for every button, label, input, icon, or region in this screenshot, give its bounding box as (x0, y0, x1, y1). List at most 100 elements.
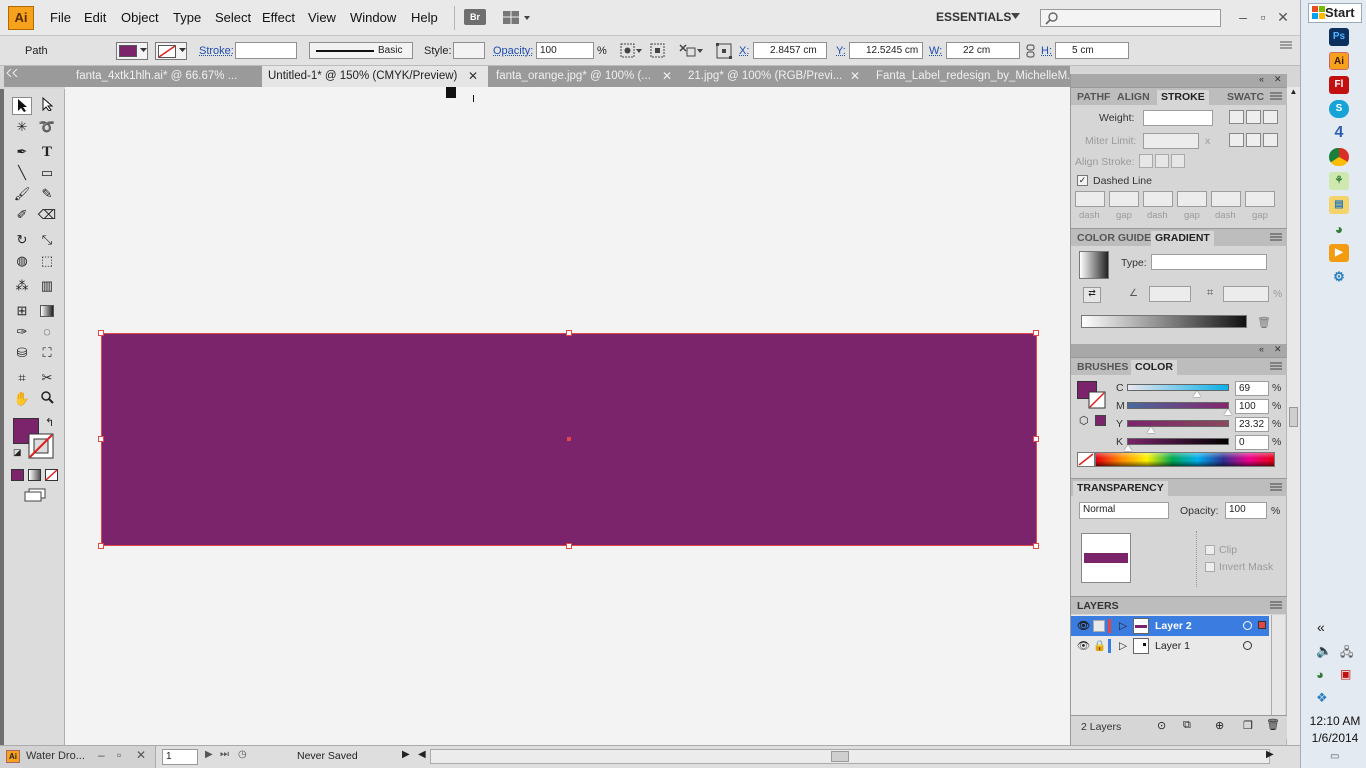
channel-slider-thumb[interactable] (1124, 445, 1132, 451)
gamut-swatch[interactable] (1095, 415, 1106, 426)
channel-slider-track[interactable] (1127, 384, 1229, 391)
gradient-preview-swatch[interactable] (1079, 251, 1109, 279)
symbol-sprayer-tool-icon[interactable]: ⁂ (12, 277, 32, 295)
resize-handle[interactable] (98, 436, 104, 442)
scroll-thumb[interactable] (831, 751, 849, 762)
menu-type[interactable]: Type (173, 10, 201, 25)
reference-point-icon[interactable] (716, 43, 734, 59)
channel-value-input[interactable]: 69 (1235, 381, 1269, 396)
warp-tool-icon[interactable]: ◍ (12, 252, 32, 270)
color-stroke-swatch[interactable] (1088, 391, 1106, 409)
blend-mode-dropdown[interactable]: Normal (1079, 502, 1169, 519)
target-circle-icon[interactable] (1243, 641, 1252, 650)
blob-brush-tool-icon[interactable]: ✐ (12, 206, 32, 224)
close-button[interactable]: ✕ (1274, 8, 1292, 26)
collapse-toolbar-icon[interactable] (6, 69, 18, 77)
channel-slider-track[interactable] (1127, 420, 1229, 427)
align-icon[interactable] (650, 43, 666, 59)
blend-tool-icon[interactable]: ◌ (37, 323, 57, 341)
invert-mask-checkbox[interactable] (1205, 562, 1215, 572)
transparency-thumbnail[interactable] (1081, 533, 1131, 583)
media-player-icon[interactable]: ▶ (1329, 244, 1349, 262)
scale-tool-icon[interactable]: ⤡ (37, 231, 57, 249)
skype-icon[interactable]: S (1329, 100, 1349, 118)
reverse-gradient-icon[interactable]: ⇄ (1083, 287, 1101, 303)
next-artboard-icon[interactable]: ▶ (205, 749, 213, 760)
close-icon[interactable]: ✕ (1274, 344, 1282, 355)
color-mode-icon[interactable] (11, 469, 24, 481)
collapse-panels-icon[interactable]: « (1259, 74, 1264, 84)
gap-input[interactable] (1245, 191, 1275, 207)
screen-mode-icon[interactable] (23, 488, 47, 502)
tab-color-guide[interactable]: COLOR GUIDE (1073, 231, 1155, 247)
new-sublayer-icon[interactable]: ⊕ (1215, 719, 1224, 732)
delete-layer-icon[interactable]: 🗑 (1266, 718, 1280, 731)
tab-fanta-label[interactable]: Fanta_Label_redesign_by_MichelleM... (870, 66, 1070, 87)
workspace-switcher[interactable]: ESSENTIALS (936, 10, 1011, 24)
flash-icon[interactable]: Fl (1329, 76, 1349, 94)
color-spectrum-bar[interactable] (1095, 452, 1275, 467)
opacity-panel-link[interactable]: Opacity: (493, 45, 533, 57)
lasso-tool-icon[interactable]: ➰ (37, 118, 57, 136)
panel-menu-icon[interactable] (1270, 483, 1282, 492)
tab-stroke[interactable]: STROKE (1157, 90, 1209, 106)
scroll-up-icon[interactable]: ▲ (1288, 87, 1299, 101)
type-tool-icon[interactable]: T (37, 143, 57, 161)
stroke-panel-link[interactable]: Stroke: (199, 45, 234, 57)
resize-handle[interactable] (1033, 436, 1039, 442)
artboard-number-dropdown[interactable]: 1 (162, 749, 198, 765)
network-icon[interactable]: 🖧 (1340, 643, 1353, 664)
close-icon[interactable]: ✕ (662, 66, 672, 86)
live-paint-bucket-tool-icon[interactable]: ⛁ (12, 344, 32, 362)
line-segment-tool-icon[interactable]: ╲ (12, 164, 32, 182)
x-field[interactable]: 2.8457 cm (753, 42, 827, 59)
panel-menu-icon[interactable] (1270, 362, 1282, 371)
menu-view[interactable]: View (308, 10, 336, 25)
gradient-type-dropdown[interactable] (1151, 254, 1267, 270)
network-app-icon[interactable]: ⚘ (1329, 172, 1349, 190)
scroll-left-icon[interactable]: ◀ (418, 749, 426, 760)
miter-limit-input[interactable] (1143, 133, 1199, 149)
resize-handle[interactable] (98, 330, 104, 336)
status-menu-arrow-icon[interactable]: ▶ (402, 749, 410, 760)
close-icon[interactable]: ✕ (1274, 74, 1282, 85)
free-transform-tool-icon[interactable]: ⬚ (37, 252, 57, 270)
magic-wand-tool-icon[interactable]: ✳ (12, 118, 32, 136)
trash-icon[interactable]: 🗑 (1257, 316, 1271, 329)
target-circle-icon[interactable] (1243, 621, 1252, 630)
transparency-opacity-input[interactable]: 100 (1225, 502, 1267, 519)
direct-selection-tool-icon[interactable] (37, 96, 57, 115)
eyedropper-tool-icon[interactable]: ✑ (12, 323, 32, 341)
help-search-input[interactable] (1040, 9, 1221, 27)
opacity-field[interactable]: 100 (536, 42, 594, 59)
tab-fanta-orange[interactable]: fanta_orange.jpg* @ 100% (... ✕ (490, 66, 680, 87)
live-paint-selection-tool-icon[interactable]: ⛶ (37, 344, 57, 362)
layer-name[interactable]: Layer 2 (1155, 616, 1192, 636)
scroll-thumb[interactable] (1289, 407, 1298, 427)
artboard-canvas[interactable] (65, 87, 1070, 745)
graphic-style-dropdown[interactable] (453, 42, 485, 59)
channel-value-input[interactable]: 100 (1235, 399, 1269, 414)
close-icon[interactable]: ✕ (136, 748, 146, 762)
gradient-angle-input[interactable] (1149, 286, 1191, 302)
selection-tool-icon[interactable] (12, 97, 32, 115)
tray-settings-icon[interactable]: ❖ (1316, 690, 1328, 706)
corner-style-buttons[interactable] (1229, 133, 1281, 149)
width-field[interactable]: 22 cm (946, 42, 1020, 59)
layer-row-layer-2[interactable]: 👁 ▷ Layer 2 (1071, 616, 1269, 636)
horizontal-scrollbar[interactable] (430, 749, 1270, 764)
y-field[interactable]: 12.5245 cm (849, 42, 923, 59)
resize-handle[interactable] (566, 330, 572, 336)
restore-button[interactable]: ▫ (1254, 8, 1272, 26)
tab-pathfinder[interactable]: PATHF (1073, 90, 1114, 106)
channel-slider-track[interactable] (1127, 438, 1229, 445)
tab-21-jpg[interactable]: 21.jpg* @ 100% (RGB/Previ... ✕ (682, 66, 868, 87)
tray-alert-icon[interactable]: ▣ (1340, 667, 1351, 681)
restore-icon[interactable]: ▫ (117, 748, 121, 762)
selected-art-indicator[interactable] (1258, 621, 1266, 629)
expand-arrow-icon[interactable]: ▷ (1119, 616, 1127, 636)
tab-gradient[interactable]: GRADIENT (1151, 231, 1214, 247)
channel-slider-track[interactable] (1127, 402, 1229, 409)
tab-transparency[interactable]: TRANSPARENCY (1073, 481, 1168, 497)
channel-slider-thumb[interactable] (1147, 427, 1155, 433)
